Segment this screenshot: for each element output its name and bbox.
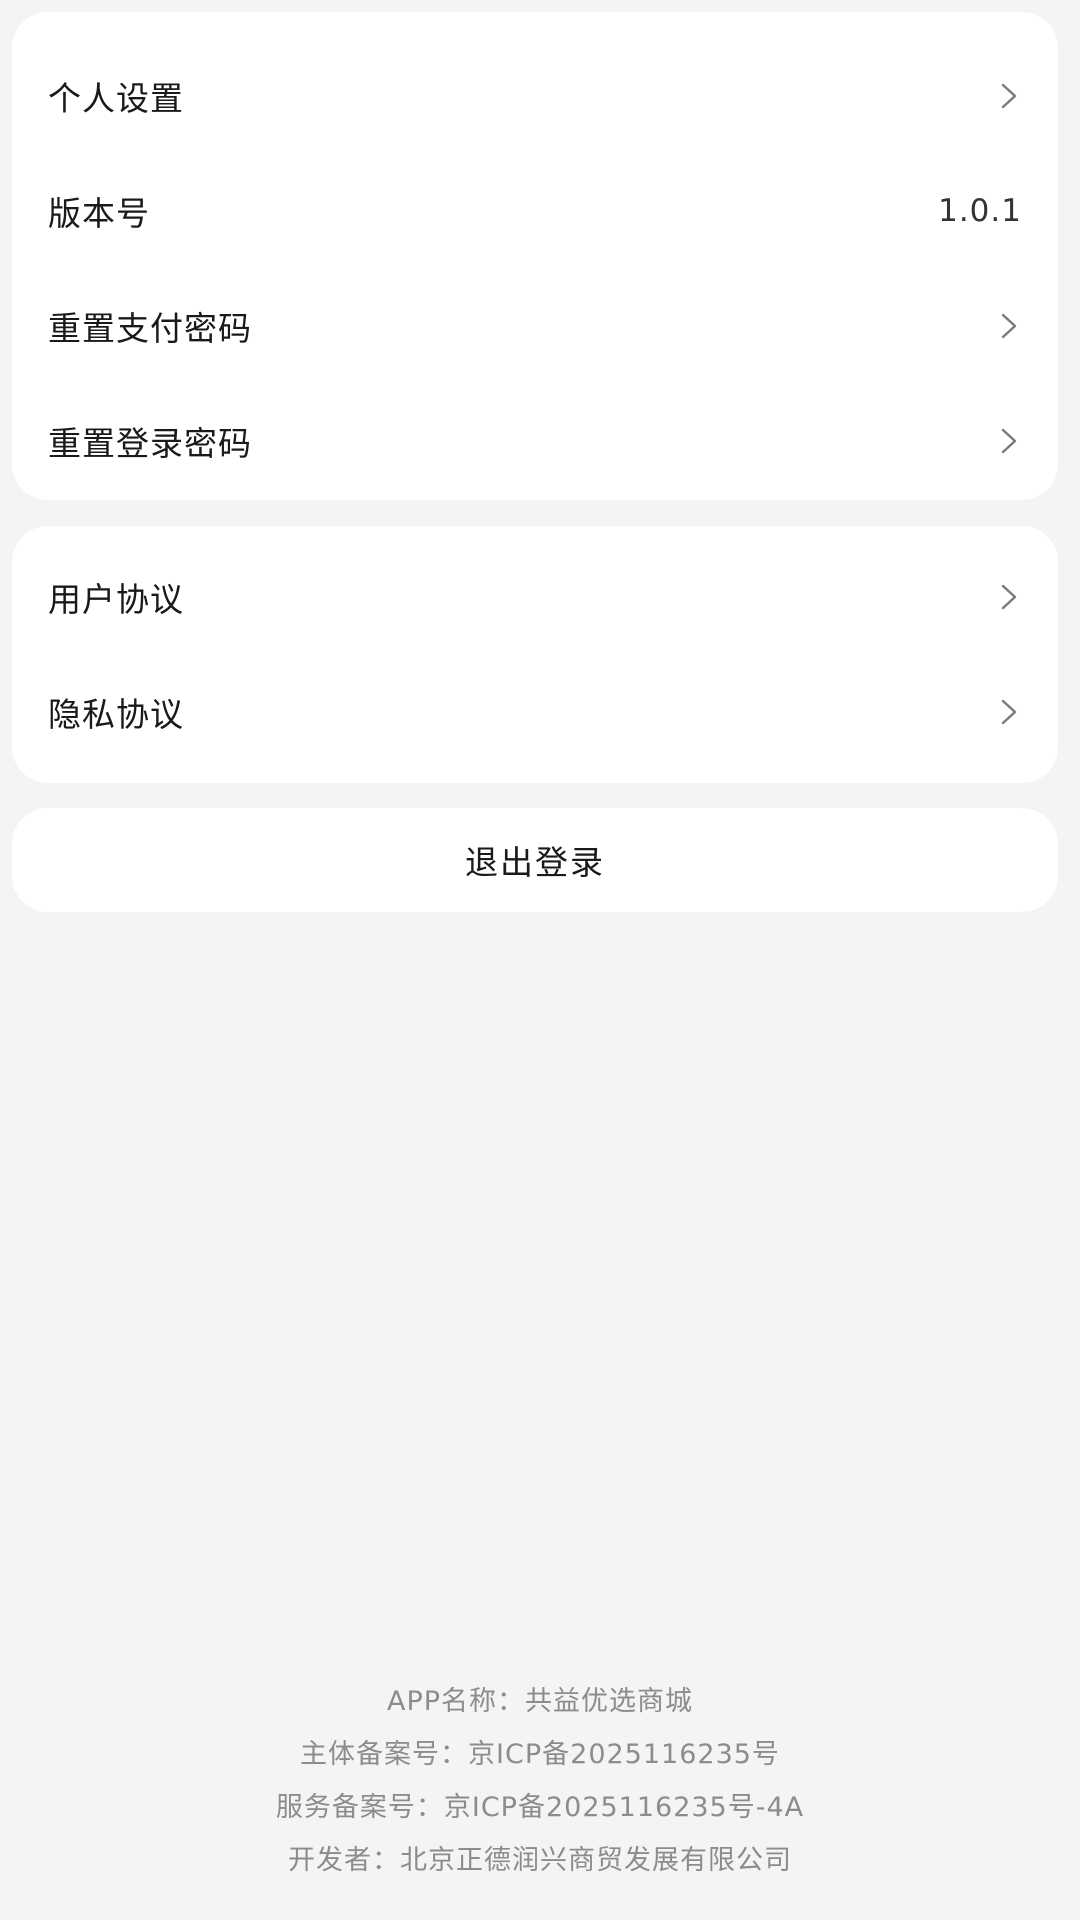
- chevron-right-icon: [996, 311, 1022, 341]
- entity-record-text: 主体备案号：京ICP备2025116235号: [300, 1739, 780, 1770]
- developer-text: 开发者：北京正德润兴商贸发展有限公司: [288, 1845, 792, 1876]
- user-agreement-item[interactable]: 用户协议: [12, 539, 1058, 654]
- version-label: 版本号: [48, 193, 150, 233]
- settings-card: 个人设置 版本号 1.0.1 重置支付密码 重置登录密码: [12, 12, 1058, 500]
- user-agreement-label: 用户协议: [48, 579, 184, 619]
- service-record-text: 服务备案号：京ICP备2025116235号-4A: [275, 1792, 805, 1823]
- personal-settings-item[interactable]: 个人设置: [12, 38, 1058, 153]
- footer-info: APP名称：共益优选商城 主体备案号：京ICP备2025116235号 服务备案…: [0, 1675, 1080, 1887]
- version-item: 版本号 1.0.1: [12, 153, 1058, 268]
- reset-payment-password-item[interactable]: 重置支付密码: [12, 268, 1058, 383]
- reset-login-password-item[interactable]: 重置登录密码: [12, 383, 1058, 498]
- privacy-agreement-item[interactable]: 隐私协议: [12, 654, 1058, 769]
- chevron-right-icon: [996, 697, 1022, 727]
- app-name-text: APP名称：共益优选商城: [386, 1686, 694, 1717]
- reset-payment-password-label: 重置支付密码: [48, 308, 252, 348]
- agreements-card: 用户协议 隐私协议: [12, 526, 1058, 783]
- reset-login-password-label: 重置登录密码: [48, 423, 252, 463]
- chevron-right-icon: [996, 426, 1022, 456]
- logout-button[interactable]: 退出登录: [12, 808, 1058, 912]
- chevron-right-icon: [996, 81, 1022, 111]
- version-value: 1.0.1: [938, 192, 1022, 229]
- chevron-right-icon: [996, 582, 1022, 612]
- logout-card: 退出登录: [12, 808, 1058, 912]
- privacy-agreement-label: 隐私协议: [48, 694, 184, 734]
- personal-settings-label: 个人设置: [48, 78, 184, 118]
